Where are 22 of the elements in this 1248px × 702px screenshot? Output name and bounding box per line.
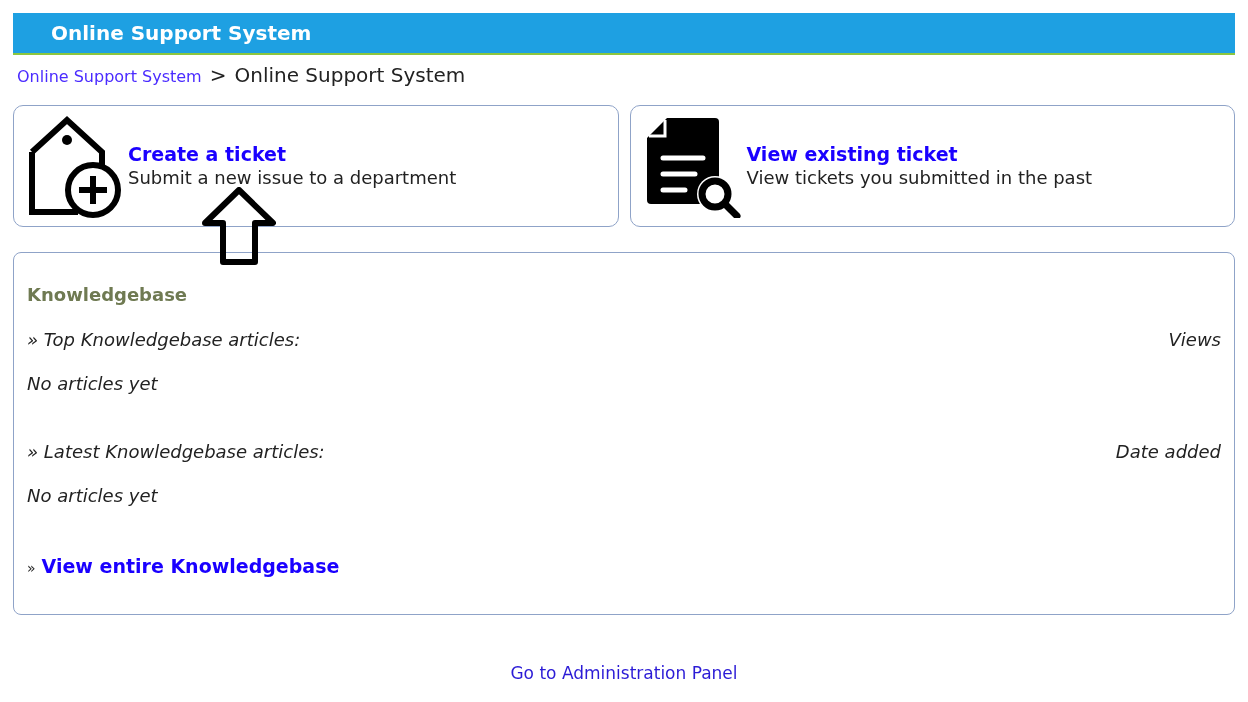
admin-panel-link[interactable]: Go to Administration Panel — [510, 661, 738, 687]
card-title-link[interactable]: Create a ticket — [128, 142, 457, 166]
breadcrumb-current: Online Support System — [234, 62, 466, 89]
column-heading: Date added — [1115, 440, 1221, 464]
empty-message: No articles yet — [27, 372, 159, 396]
tag-plus-icon — [28, 114, 122, 218]
section-heading: » Latest Knowledgebase articles: — [27, 440, 325, 464]
card-description: Submit a new issue to a department — [128, 166, 457, 190]
knowledgebase-title: Knowledgebase — [27, 283, 189, 307]
knowledgebase-link[interactable]: View entire Knowledgebase — [41, 552, 340, 581]
card-description: View tickets you submitted in the past — [746, 166, 1093, 190]
breadcrumb-separator: > — [209, 62, 227, 89]
ticket-card[interactable]: Create a ticket Submit a new issue to a department — [13, 105, 619, 227]
link-bullet: » — [27, 559, 36, 578]
section-heading: » Top Knowledgebase articles: — [27, 328, 301, 352]
ticket-card[interactable]: View existing ticket View tickets you submitted in the past — [629, 105, 1235, 227]
card-title-link[interactable]: View existing ticket — [746, 142, 1093, 166]
up-arrow-icon — [202, 187, 276, 265]
breadcrumb-link[interactable]: Online Support System — [17, 65, 202, 89]
column-heading: Views — [1168, 328, 1221, 352]
empty-message: No articles yet — [27, 484, 159, 508]
header-title: Online Support System — [51, 20, 312, 47]
